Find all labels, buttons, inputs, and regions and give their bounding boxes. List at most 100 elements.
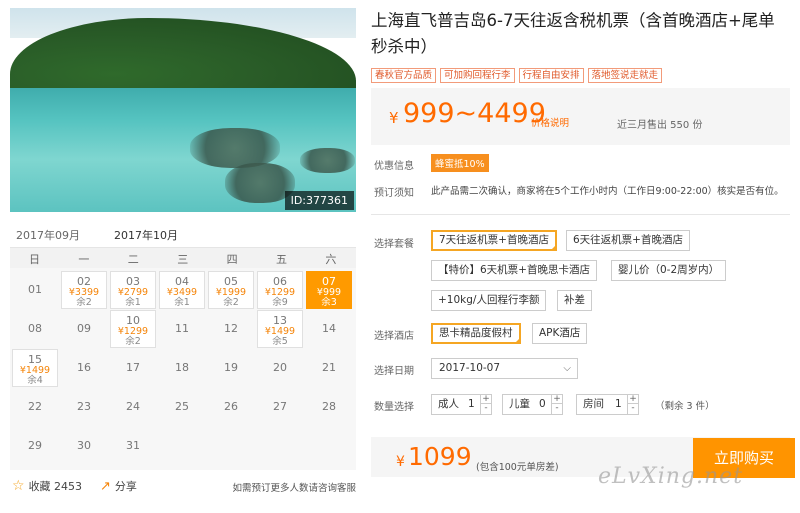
child-stepper-buttons: + -: [551, 395, 562, 414]
weekday-header: 日一二三四五六: [10, 248, 356, 268]
product-actions: ☆ 收藏 2453 ↗ 分享 如需预订更多人数请咨询客服: [10, 474, 356, 498]
month-tabs: 2017年09月 2017年10月: [10, 222, 356, 251]
day-number: 26: [224, 400, 238, 413]
package-option-infant[interactable]: 婴儿价（0-2周岁内）: [611, 260, 727, 281]
promo-badge: 蜂蜜抵10%: [431, 154, 489, 172]
day-number: 16: [77, 361, 91, 374]
date-value: 2017-10-07: [439, 362, 501, 374]
calendar-day: 31: [110, 427, 156, 465]
adult-stepper[interactable]: 成人 1 + -: [431, 394, 492, 415]
weekday-label: 四: [226, 253, 238, 266]
weekday-label: 五: [276, 253, 287, 266]
image-reef: [300, 148, 355, 173]
minus-icon[interactable]: -: [628, 404, 638, 413]
calendar-day-available[interactable]: 03 ¥2799 余1: [110, 271, 156, 309]
calendar-day: 01: [12, 271, 58, 309]
product-tag: 可加购回程行李: [440, 68, 515, 83]
calendar-day-available[interactable]: 15 ¥1499 余4: [12, 349, 58, 387]
hotel-option-apk[interactable]: APK酒店: [532, 323, 588, 344]
calendar-day: 26: [208, 388, 254, 426]
calendar-day-available[interactable]: 06 ¥1299 余9: [257, 271, 303, 309]
date-select[interactable]: 2017-10-07 ⌵: [431, 358, 578, 379]
quantity-label: 数量选择: [374, 402, 414, 413]
image-reef: [190, 128, 280, 168]
calendar-day-available[interactable]: 07 ¥999 余3: [306, 271, 352, 309]
child-label: 儿童: [509, 398, 530, 410]
day-number: 20: [273, 361, 287, 374]
package-option-6day[interactable]: 6天往返机票+首晚酒店: [566, 230, 690, 251]
adult-value: 1: [468, 398, 475, 410]
calendar-day: 27: [257, 388, 303, 426]
day-number: 22: [28, 400, 42, 413]
day-number: 24: [126, 400, 140, 413]
product-tags: 春秋官方品质 可加购回程行李 行程自由安排 落地签说走就走: [371, 63, 666, 83]
calendar-day-available[interactable]: 05 ¥1999 余2: [208, 271, 254, 309]
share-button[interactable]: ↗ 分享: [100, 478, 137, 494]
minus-icon[interactable]: -: [481, 404, 491, 413]
adult-stepper-buttons: + -: [480, 395, 491, 414]
watermark: eLvXing.net: [598, 464, 744, 489]
day-number: 05: [224, 275, 238, 288]
price-panel: ¥ 999~4499 价格说明 近三月售出 550 份: [371, 88, 790, 145]
calendar-day-available[interactable]: 02 ¥3399 余2: [61, 271, 107, 309]
day-number: 17: [126, 361, 140, 374]
weekday-label: 日: [29, 253, 40, 266]
room-stepper[interactable]: 房间 1 + -: [576, 394, 639, 415]
day-number: 07: [322, 275, 336, 288]
child-stepper[interactable]: 儿童 0 + -: [502, 394, 563, 415]
day-number: 08: [28, 322, 42, 335]
day-remaining: 余4: [27, 375, 43, 386]
day-number: 15: [28, 353, 42, 366]
calendar-day: 24: [110, 388, 156, 426]
contact-tip: 如需预订更多人数请咨询客服: [232, 483, 356, 494]
minus-icon[interactable]: -: [552, 404, 562, 413]
calendar-day-available[interactable]: 10 ¥1299 余2: [110, 310, 156, 348]
day-number: 14: [322, 322, 336, 335]
day-number: 12: [224, 322, 238, 335]
day-number: 27: [273, 400, 287, 413]
calendar-day: 29: [12, 427, 58, 465]
weekday-label: 一: [78, 253, 90, 266]
hotel-option-ska[interactable]: 思卡精品度假村: [431, 323, 521, 344]
day-remaining: 余3: [321, 297, 337, 308]
day-remaining: 余9: [272, 297, 288, 308]
calendar-day: 08: [12, 310, 58, 348]
calendar-day: 22: [12, 388, 58, 426]
day-number: 02: [77, 275, 91, 288]
price-currency: ¥: [389, 109, 399, 127]
product-title: 上海直飞普吉岛6-7天往返含税机票（含首晚酒店+尾单秒杀中）: [371, 11, 775, 56]
room-value: 1: [615, 398, 622, 410]
day-number: 11: [175, 322, 189, 335]
price-calendar: 01 02 ¥3399 余2 03 ¥2799 余1 04 ¥3499 余1 05 ¥1999 余2 06…: [10, 268, 356, 470]
share-label: 分享: [114, 480, 137, 493]
weekday-label: 二: [127, 253, 139, 266]
calendar-day-available[interactable]: 13 ¥1499 余5: [257, 310, 303, 348]
day-number: 23: [77, 400, 91, 413]
tab-2017-09[interactable]: 2017年09月: [16, 227, 80, 243]
package-option-special[interactable]: 【特价】6天机票+首晚思卡酒店: [431, 260, 597, 281]
calendar-day: 12: [208, 310, 254, 348]
calendar-day: 09: [61, 310, 107, 348]
favorite-button[interactable]: ☆ 收藏 2453: [12, 478, 82, 494]
calendar-day-available[interactable]: 04 ¥3499 余1: [159, 271, 205, 309]
day-remaining: 余2: [76, 297, 92, 308]
product-tag: 落地签说走就走: [587, 68, 663, 83]
price-note-link[interactable]: 价格说明: [531, 115, 569, 129]
favorite-label: 收藏 2453: [28, 480, 83, 493]
weekday-label: 三: [177, 253, 189, 266]
day-number: 25: [175, 400, 189, 413]
chevron-down-icon: ⌵: [563, 363, 571, 374]
package-option-luggage[interactable]: +10kg/人回程行李额: [431, 290, 547, 311]
package-option-7day[interactable]: 7天往返机票+首晚酒店: [431, 230, 557, 251]
total-note: (包含100元单房差): [476, 462, 559, 473]
share-icon: ↗: [100, 479, 111, 494]
day-number: 03: [126, 275, 140, 288]
calendar-day: 30: [61, 427, 107, 465]
stock-remaining: （剩余 3 件）: [655, 401, 715, 412]
child-value: 0: [539, 398, 546, 410]
tab-2017-10[interactable]: 2017年10月: [108, 227, 184, 251]
day-remaining: 余1: [125, 297, 141, 308]
package-option-supplement[interactable]: 补差: [557, 290, 592, 311]
calendar-day: 21: [306, 349, 352, 387]
calendar-day: 16: [61, 349, 107, 387]
